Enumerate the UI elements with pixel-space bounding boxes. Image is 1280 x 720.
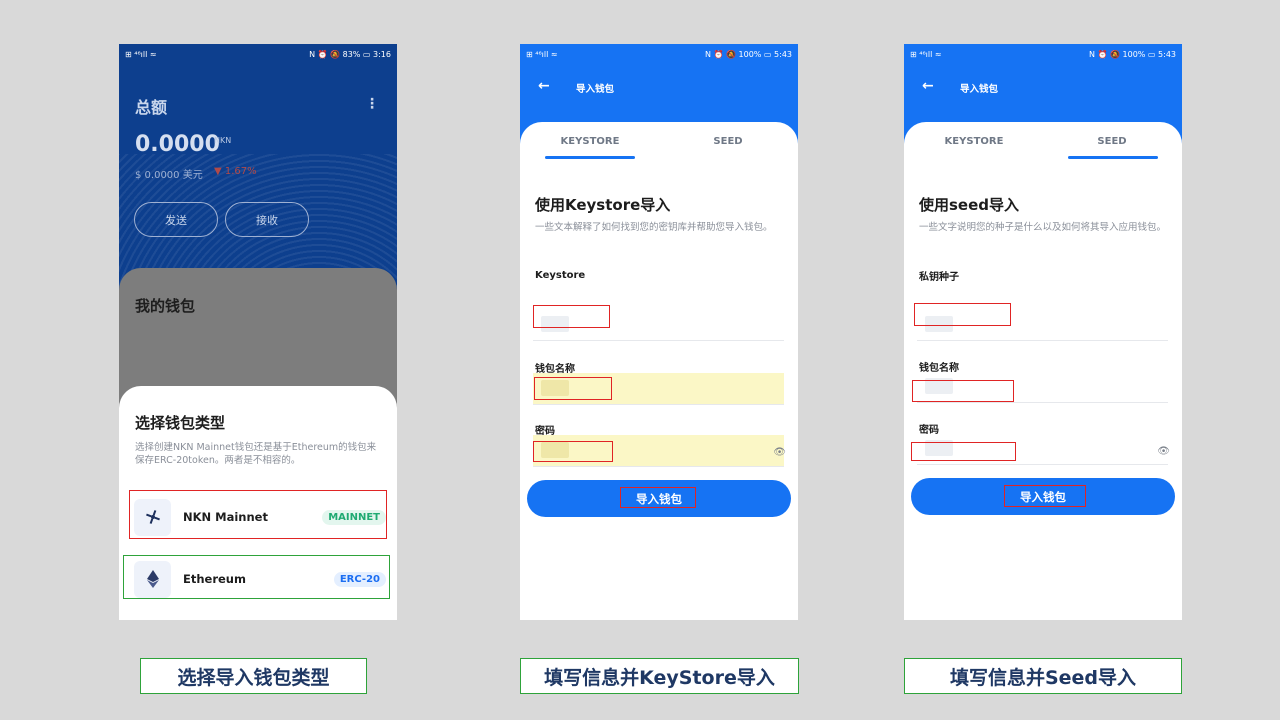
form-description: 一些文字说明您的种子是什么以及如何将其导入应用钱包。	[919, 222, 1167, 233]
send-button[interactable]: 发送	[134, 202, 218, 237]
status-left: ⊞ ⁴⁶ıll ≈	[526, 50, 558, 59]
keystore-input[interactable]	[533, 309, 784, 341]
header-title: 导入钱包	[576, 84, 615, 95]
status-bar: ⊞ ⁴⁶ıll ≈ N ⏰ 🔕 100% ▭ 5:43	[904, 44, 1182, 65]
status-bar: ⊞ ⁴⁶ıll ≈ N ⏰ 🔕 100% ▭ 5:43	[520, 44, 798, 65]
keystore-label: Keystore	[535, 270, 586, 281]
screen-import-seed: ⊞ ⁴⁶ıll ≈ N ⏰ 🔕 100% ▭ 5:43 ← 导入钱包 KEYST…	[904, 44, 1182, 620]
modal-title: 选择钱包类型	[135, 414, 226, 432]
status-right: N ⏰ 🔕 83% ▭ 3:16	[309, 50, 391, 59]
tab-seed[interactable]: SEED	[683, 136, 773, 147]
tab-keystore[interactable]: KEYSTORE	[545, 136, 635, 147]
import-wallet-button[interactable]: 导入钱包	[527, 480, 791, 517]
total-title: 总额	[135, 98, 168, 117]
erc20-badge: ERC-20	[333, 571, 386, 587]
redacted-value	[541, 380, 569, 396]
option-nkn-mainnet[interactable]: NKN Mainnet MAINNET	[134, 498, 386, 536]
receive-button[interactable]: 接收	[225, 202, 309, 237]
form-description: 一些文本解释了如何找到您的密钥库并帮助您导入钱包。	[535, 222, 773, 233]
caption-select-wallet-type: 选择导入钱包类型	[140, 658, 367, 694]
seed-label: 私钥种子	[919, 272, 959, 283]
tab-seed[interactable]: SEED	[1067, 136, 1157, 147]
nkn-logo-icon	[134, 498, 171, 536]
status-left: ⊞ ⁴⁶ıll ≈	[125, 50, 157, 59]
option-label: Ethereum	[183, 572, 246, 586]
wallet-name-input[interactable]	[917, 371, 1168, 403]
ethereum-logo-icon	[134, 560, 171, 598]
redacted-value	[925, 378, 953, 394]
wallet-name-input[interactable]	[533, 373, 784, 405]
status-bar: ⊞ ⁴⁶ıll ≈ N ⏰ 🔕 83% ▭ 3:16	[119, 44, 397, 65]
redacted-value	[925, 440, 953, 456]
seed-input[interactable]	[917, 309, 1168, 341]
eye-icon[interactable]: 👁	[1157, 446, 1170, 457]
caption-keystore-import: 填写信息并KeyStore导入	[520, 658, 799, 694]
screen-import-keystore: ⊞ ⁴⁶ıll ≈ N ⏰ 🔕 100% ▭ 5:43 ← 导入钱包 KEYST…	[520, 44, 798, 620]
active-tab-indicator	[545, 156, 635, 159]
password-input[interactable]	[533, 435, 784, 467]
password-input[interactable]	[917, 433, 1168, 465]
form-title: 使用Keystore导入	[535, 196, 671, 214]
active-tab-indicator	[1068, 156, 1158, 159]
option-ethereum[interactable]: Ethereum ERC-20	[134, 560, 386, 598]
eye-icon[interactable]: 👁	[773, 447, 786, 458]
my-wallet-title: 我的钱包	[135, 297, 196, 315]
fiat-value: $ 0.0000 美元	[135, 170, 203, 181]
redacted-value	[541, 442, 569, 458]
balance-amount: 0.0000	[135, 132, 220, 157]
price-change: ▼ 1.67%	[214, 166, 257, 177]
header-title: 导入钱包	[960, 84, 999, 95]
mainnet-badge: MAINNET	[322, 509, 386, 525]
tab-keystore[interactable]: KEYSTORE	[929, 136, 1019, 147]
status-right: N ⏰ 🔕 100% ▭ 5:43	[704, 50, 792, 59]
wallet-type-modal: 选择钱包类型 选择创建NKN Mainnet钱包还是基于Ethereum的钱包来…	[119, 386, 397, 620]
balance-unit: NKN	[214, 136, 232, 145]
back-arrow-icon[interactable]: ←	[538, 78, 550, 94]
screen-select-wallet-type: ⊞ ⁴⁶ıll ≈ N ⏰ 🔕 83% ▭ 3:16 总额 ⋮ 0.0000 N…	[119, 44, 397, 620]
form-title: 使用seed导入	[919, 196, 1020, 214]
caption-seed-import: 填写信息并Seed导入	[904, 658, 1182, 694]
status-left: ⊞ ⁴⁶ıll ≈	[910, 50, 942, 59]
option-label: NKN Mainnet	[183, 510, 268, 524]
status-right: N ⏰ 🔕 100% ▭ 5:43	[1088, 50, 1176, 59]
redacted-value	[541, 316, 569, 332]
redacted-value	[925, 316, 953, 332]
import-wallet-button[interactable]: 导入钱包	[911, 478, 1175, 515]
more-menu-icon[interactable]: ⋮	[365, 96, 379, 112]
back-arrow-icon[interactable]: ←	[922, 78, 934, 94]
modal-description: 选择创建NKN Mainnet钱包还是基于Ethereum的钱包来保存ERC-2…	[135, 442, 377, 466]
